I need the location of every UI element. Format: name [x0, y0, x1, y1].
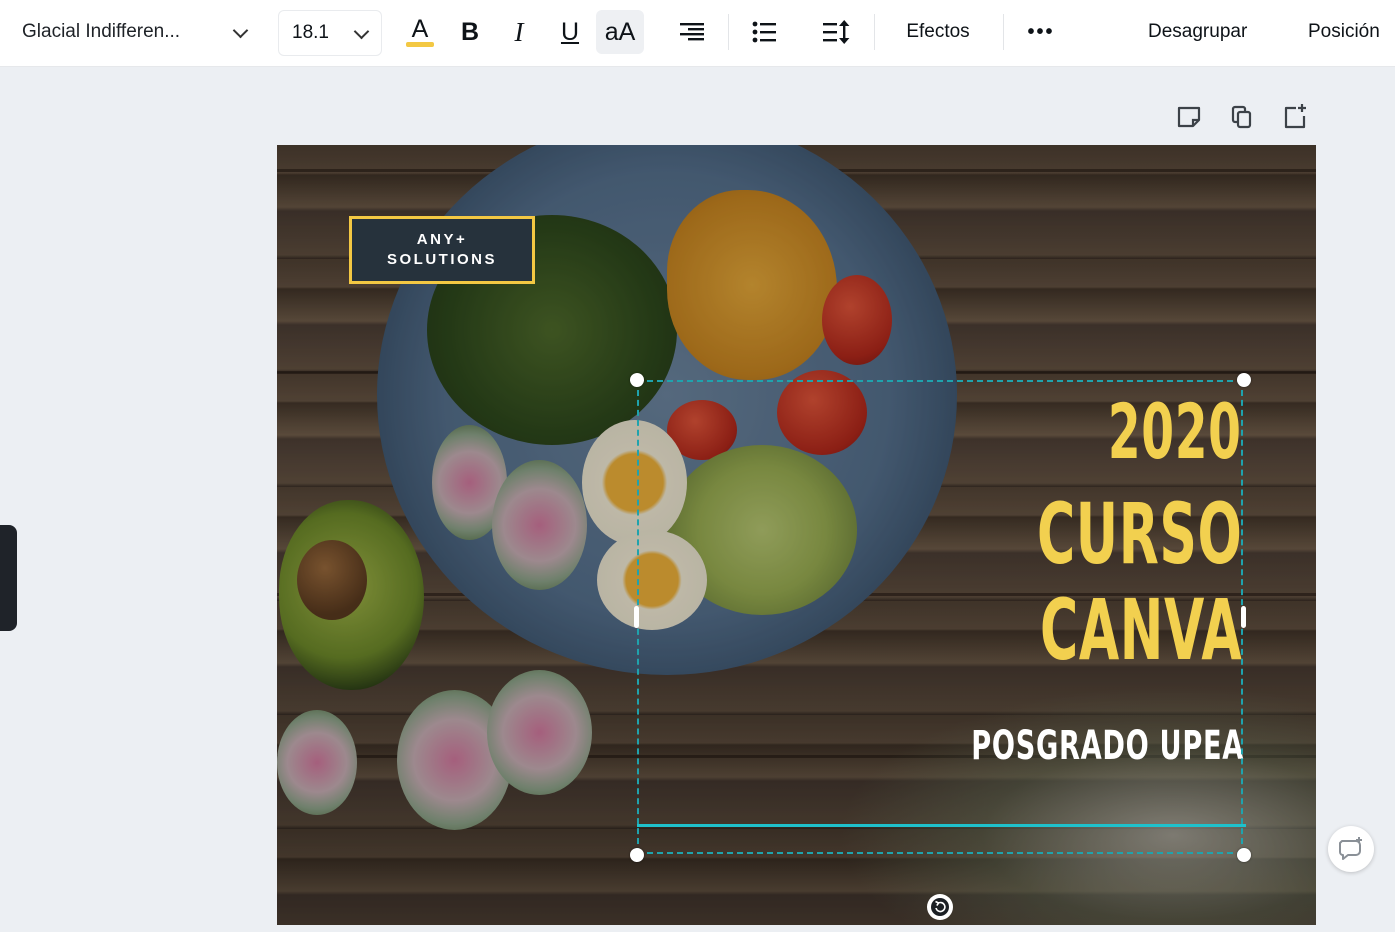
text-color-button[interactable]: A	[398, 0, 442, 64]
italic-button[interactable]: I	[497, 0, 541, 64]
align-right-icon	[680, 23, 704, 41]
add-page-button[interactable]	[1278, 100, 1312, 134]
chevron-down-icon	[353, 23, 370, 40]
add-page-icon	[1284, 104, 1306, 129]
resize-handle-bottom-left[interactable]	[630, 848, 644, 862]
text-toolbar: Glacial Indifferen... 18.1 A B I U aA Ef…	[0, 0, 1395, 67]
comment-icon	[1339, 837, 1362, 860]
font-size-dropdown[interactable]: 18.1	[278, 10, 382, 56]
font-family-value: Glacial Indifferen...	[22, 21, 181, 42]
rotate-handle[interactable]	[927, 894, 953, 920]
line-spacing-icon	[823, 20, 850, 44]
position-button[interactable]: Posición	[1308, 0, 1380, 64]
font-size-value: 18.1	[292, 22, 329, 43]
list-button[interactable]	[742, 0, 786, 64]
letter-case-button[interactable]: aA	[596, 10, 644, 54]
letter-case-icon: aA	[604, 17, 636, 46]
resize-handle-left[interactable]	[634, 606, 639, 628]
selection-box[interactable]	[637, 380, 1243, 854]
side-panel-toggle[interactable]	[0, 525, 17, 631]
text-color-swatch	[406, 42, 434, 47]
bold-icon: B	[460, 17, 480, 46]
duplicate-page-button[interactable]	[1225, 100, 1259, 134]
resize-handle-bottom-right[interactable]	[1237, 848, 1251, 862]
logo-box[interactable]: ANY+ SOLUTIONS	[349, 216, 535, 284]
selected-text-highlight[interactable]	[637, 824, 1246, 827]
text-color-icon: A	[411, 15, 429, 43]
toolbar-divider	[1003, 14, 1004, 50]
add-note-button[interactable]	[1172, 100, 1206, 134]
resize-handle-right[interactable]	[1241, 606, 1246, 628]
more-options-button[interactable]: •••	[1018, 0, 1064, 64]
italic-icon: I	[514, 16, 524, 47]
logo-line-2: SOLUTIONS	[386, 251, 497, 268]
more-icon: •••	[1027, 20, 1055, 43]
font-family-dropdown[interactable]: Glacial Indifferen...	[10, 0, 258, 64]
effects-button[interactable]: Efectos	[886, 0, 990, 64]
effects-label: Efectos	[906, 21, 970, 42]
ungroup-label: Desagrupar	[1148, 21, 1248, 42]
spacing-button[interactable]	[814, 0, 858, 64]
toolbar-divider	[874, 14, 875, 50]
design-canvas[interactable]: ANY+ SOLUTIONS 2020 CURSO CANVA POSGRADO…	[277, 145, 1316, 925]
position-label: Posición	[1308, 21, 1380, 42]
align-right-button[interactable]	[670, 0, 714, 64]
underline-button[interactable]: U	[548, 0, 592, 64]
chevron-down-icon	[232, 22, 249, 39]
rotate-icon	[931, 898, 949, 916]
logo-line-1: ANY+	[416, 231, 468, 248]
resize-handle-top-left[interactable]	[630, 373, 644, 387]
bold-button[interactable]: B	[448, 0, 492, 64]
ungroup-button[interactable]: Desagrupar	[1148, 0, 1247, 64]
add-comment-button[interactable]	[1328, 826, 1374, 872]
underline-icon: U	[560, 17, 580, 46]
toolbar-divider	[728, 14, 729, 50]
bullet-list-icon	[752, 21, 776, 43]
resize-handle-top-right[interactable]	[1237, 373, 1251, 387]
note-icon	[1177, 106, 1201, 128]
duplicate-page-icon	[1231, 105, 1252, 129]
